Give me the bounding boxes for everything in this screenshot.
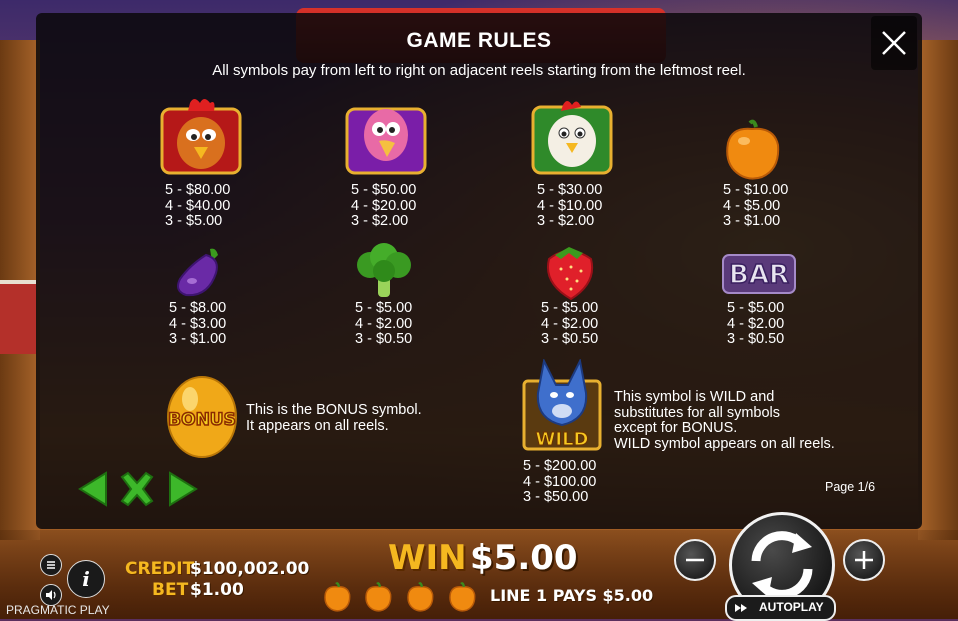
plus-icon — [855, 551, 873, 569]
brand-logo: PRAGMATIC PLAY — [6, 603, 110, 617]
svg-text:BAR: BAR — [729, 260, 789, 290]
page-indicator: Page 1/6 — [825, 480, 876, 494]
autoplay-button[interactable]: AUTOPLAY — [725, 595, 836, 621]
bet-label: BET — [152, 580, 189, 600]
close-rules-x-button[interactable] — [118, 471, 156, 507]
pay-line: 3 - $0.50 — [727, 331, 785, 347]
orange-pepper-icon — [726, 119, 780, 180]
eggplant-icon — [177, 248, 218, 297]
orange-pepper-icon — [324, 582, 351, 612]
credit-label: CREDIT — [125, 559, 195, 579]
barn — [0, 280, 36, 354]
credit-value: $100,002.00 — [190, 559, 310, 579]
pay-line: 4 - $2.00 — [727, 315, 785, 332]
info-icon: i — [82, 567, 90, 591]
pay-line: 4 - $20.00 — [351, 197, 417, 214]
bar-icon: BAR — [722, 254, 796, 294]
bet-value: $1.00 — [190, 580, 244, 600]
close-button[interactable] — [871, 16, 917, 70]
decrease-bet-button[interactable] — [674, 539, 716, 581]
bonus-desc-line: This is the BONUS symbol. — [246, 402, 422, 418]
pay-line: 3 - $0.50 — [355, 331, 413, 347]
pay-line: 5 - $30.00 — [537, 182, 603, 198]
modal-subtitle: All symbols pay from left to right on ad… — [212, 62, 746, 79]
pay-line: 5 - $50.00 — [351, 182, 417, 198]
wild-desc-line: WILD symbol appears on all reels. — [614, 435, 835, 452]
white-hen-pays: 5 - $30.00 4 - $10.00 3 - $2.00 — [537, 182, 603, 230]
eggplant-pays: 5 - $8.00 4 - $3.00 3 - $1.00 — [169, 300, 227, 348]
wild-desc-line: except for BONUS. — [614, 420, 738, 436]
strawberry-icon — [547, 247, 593, 301]
wild-pays: 5 - $200.00 4 - $100.00 3 - $50.00 — [523, 458, 597, 506]
minus-icon — [686, 558, 704, 562]
fast-forward-icon — [735, 604, 747, 612]
orange-pepper-icon — [407, 582, 434, 612]
win-label: WIN — [388, 538, 467, 578]
pay-line: 5 - $80.00 — [165, 182, 231, 198]
pay-line: 4 - $3.00 — [169, 315, 227, 332]
pay-line: 3 - $1.00 — [169, 331, 227, 347]
pay-line: 5 - $200.00 — [523, 458, 597, 474]
pink-turkey-pays: 5 - $50.00 4 - $20.00 3 - $2.00 — [351, 182, 417, 230]
pay-line: 5 - $5.00 — [541, 300, 599, 316]
pay-line: 4 - $5.00 — [723, 197, 781, 214]
game-rules-modal: GAME RULES All symbols pay from left to … — [36, 13, 922, 529]
wild-icon-text: WILD — [536, 429, 589, 450]
pink-turkey-icon — [345, 107, 427, 175]
pay-line: 3 - $2.00 — [351, 213, 409, 229]
bar-pays: 5 - $5.00 4 - $2.00 3 - $0.50 — [727, 300, 785, 348]
wild-wolf-icon: WILD — [522, 359, 602, 451]
info-button[interactable]: i — [67, 560, 105, 598]
pay-line: 3 - $5.00 — [165, 213, 223, 229]
menu-button[interactable] — [40, 554, 62, 576]
broccoli-icon — [357, 243, 411, 297]
next-page-button[interactable] — [166, 471, 200, 507]
wild-desc-line: This symbol is WILD and — [614, 389, 775, 405]
wild-desc-line: substitutes for all symbols — [614, 404, 781, 421]
menu-icon — [47, 561, 55, 569]
orange-pepper-icon — [449, 582, 476, 612]
red-hen-icon — [160, 99, 242, 175]
speaker-icon — [46, 590, 56, 600]
pay-line: 5 - $10.00 — [723, 182, 789, 198]
bonus-egg-icon: BONUS — [167, 376, 237, 458]
bonus-description: This is the BONUS symbol. It appears on … — [246, 402, 422, 434]
line-pays-text: LINE 1 PAYS $5.00 — [490, 586, 654, 605]
orange-pepper-icon — [365, 582, 392, 612]
bonus-icon-text: BONUS — [168, 410, 236, 430]
bonus-desc-line: It appears on all reels. — [246, 417, 389, 434]
pay-line: 3 - $2.00 — [537, 213, 595, 229]
white-hen-icon — [531, 101, 613, 175]
red-hen-pays: 5 - $80.00 4 - $40.00 3 - $5.00 — [165, 182, 231, 230]
pay-line: 5 - $5.00 — [355, 300, 413, 316]
pay-line: 3 - $50.00 — [523, 489, 589, 505]
autoplay-label: AUTOPLAY — [759, 600, 824, 614]
increase-bet-button[interactable] — [843, 539, 885, 581]
pay-line: 5 - $8.00 — [169, 300, 227, 316]
strawberry-pays: 5 - $5.00 4 - $2.00 3 - $0.50 — [541, 300, 599, 348]
pay-line: 4 - $40.00 — [165, 197, 231, 214]
orange-pepper-pays: 5 - $10.00 4 - $5.00 3 - $1.00 — [723, 182, 789, 230]
broccoli-pays: 5 - $5.00 4 - $2.00 3 - $0.50 — [355, 300, 413, 348]
wild-description: This symbol is WILD and substitutes for … — [614, 389, 835, 452]
win-value: $5.00 — [470, 538, 578, 578]
pay-line: 4 - $2.00 — [355, 315, 413, 332]
pay-line: 3 - $1.00 — [723, 213, 781, 229]
pay-line: 5 - $5.00 — [727, 300, 785, 316]
modal-title: GAME RULES — [406, 29, 552, 52]
right-frame — [918, 40, 958, 540]
pay-line: 4 - $10.00 — [537, 197, 603, 214]
close-icon — [882, 31, 906, 55]
pay-line: 4 - $100.00 — [523, 473, 597, 490]
svg-text:i: i — [82, 567, 90, 591]
prev-page-button[interactable] — [76, 471, 110, 507]
pay-line: 3 - $0.50 — [541, 331, 599, 347]
pay-line: 4 - $2.00 — [541, 315, 599, 332]
